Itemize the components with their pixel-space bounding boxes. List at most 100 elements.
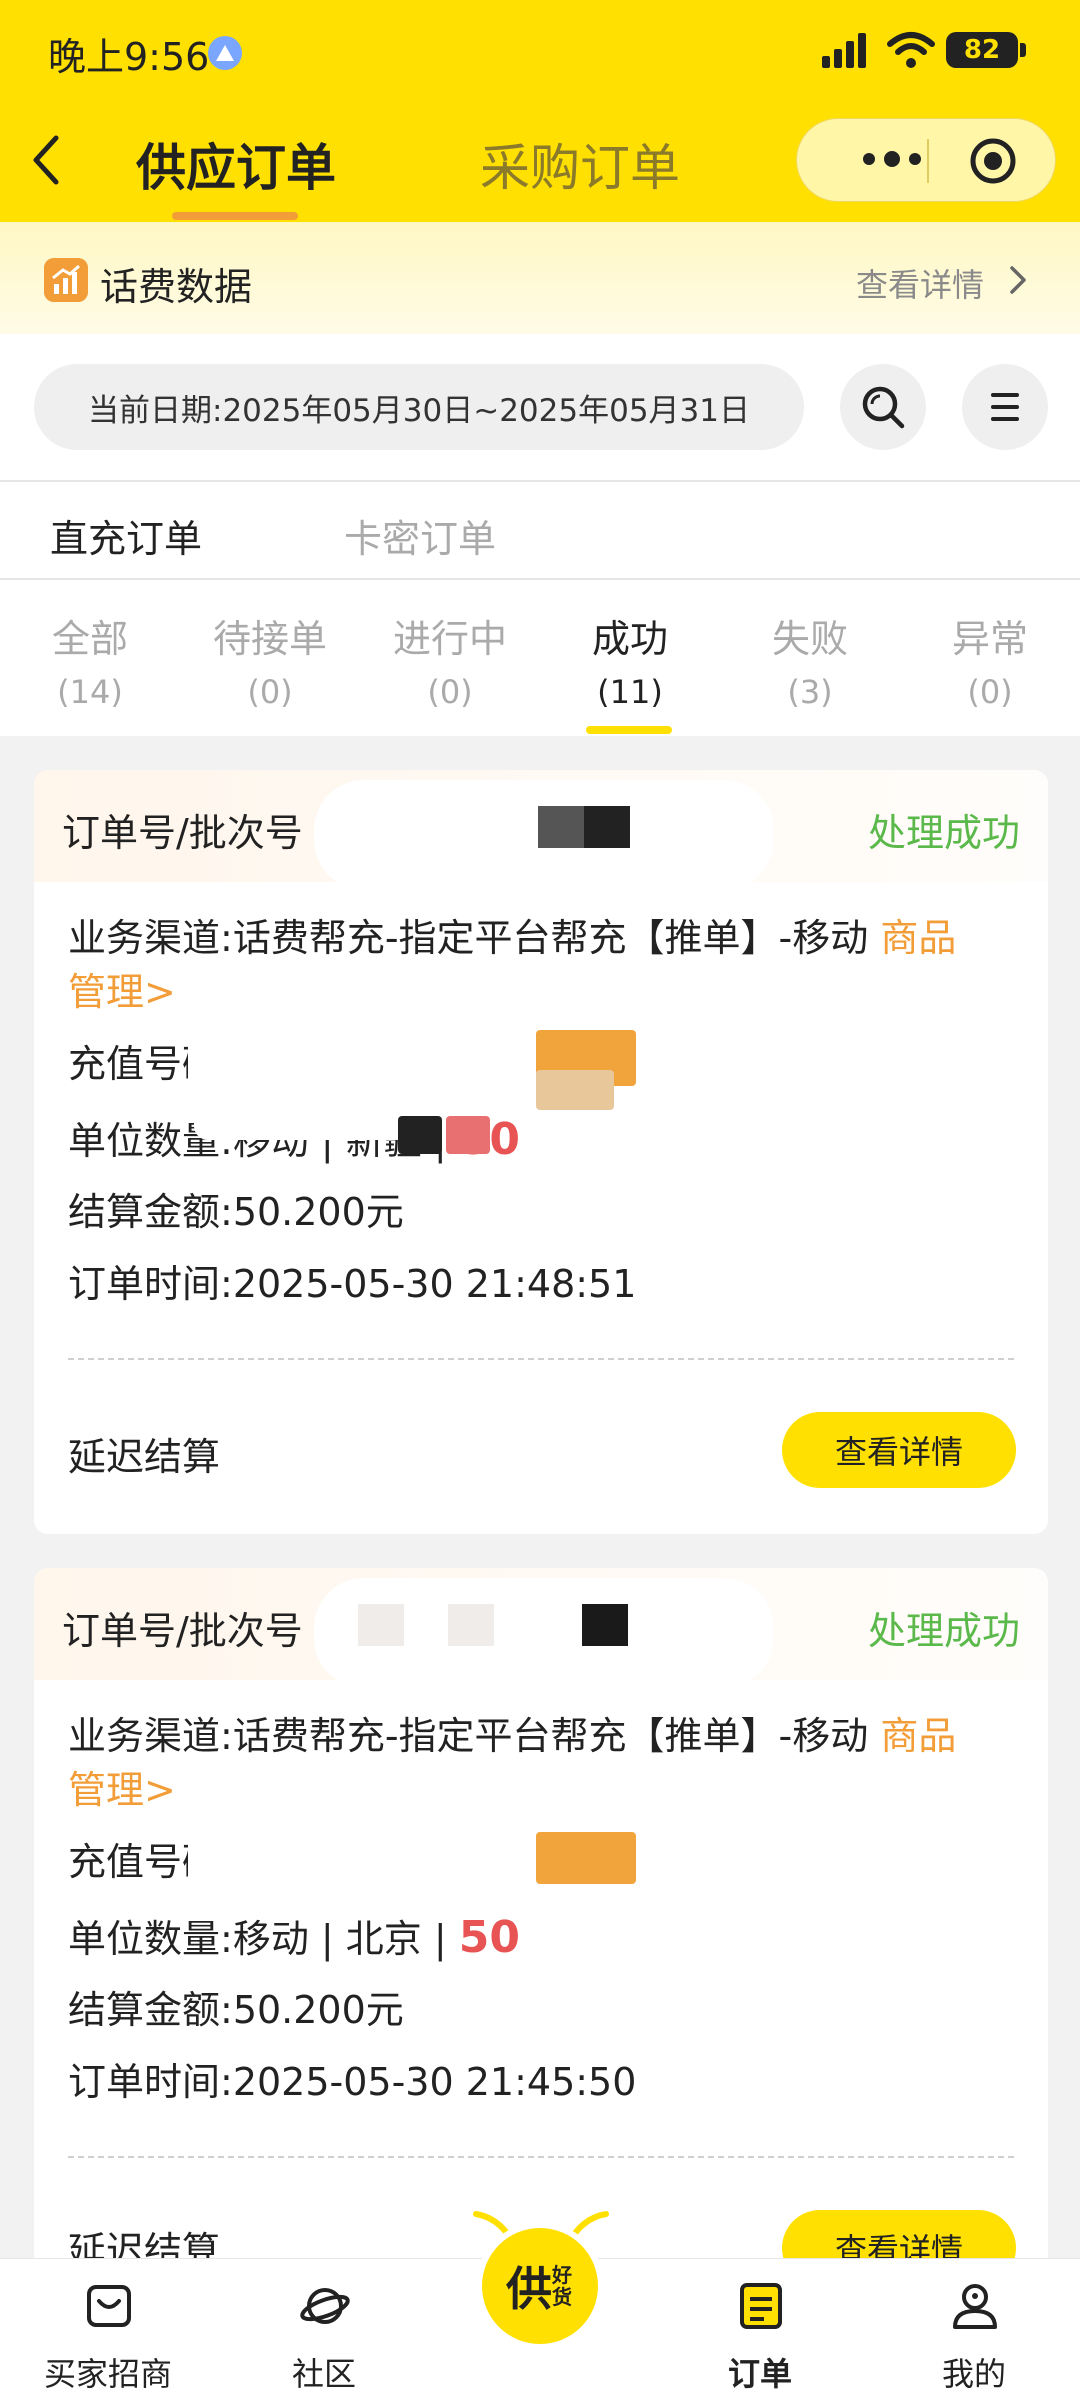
- status-tab-count: (0): [427, 673, 473, 711]
- settle-row: 结算金额:50.200元: [68, 1184, 1028, 1240]
- status-tab-active-indicator: [586, 726, 672, 734]
- filter-menu-button[interactable]: [962, 364, 1048, 450]
- logo-main-char: 供: [506, 2262, 552, 2316]
- dashed-divider: [68, 2156, 1014, 2158]
- status-tab-count: (3): [787, 673, 833, 711]
- order-card: 订单号/批次号 处理成功 业务渠道:话费帮充-指定平台帮充【推单】-移动 商品 …: [34, 1568, 1048, 2328]
- mosaic-block: [358, 1604, 404, 1646]
- time-value: 2025-05-30 21:45:50: [232, 2060, 637, 2104]
- back-arrow-icon[interactable]: [22, 130, 72, 190]
- tab-supply-orders[interactable]: 供应订单: [136, 128, 336, 200]
- status-tab-count: (11): [597, 673, 663, 711]
- status-tab-count: (0): [247, 673, 293, 711]
- redacted-block: [536, 1832, 636, 1884]
- chart-icon: [44, 258, 88, 302]
- status-tab-success[interactable]: 成功 (11): [540, 608, 720, 711]
- dashed-divider: [68, 1358, 1014, 1360]
- chevron-right-icon: [1010, 266, 1026, 294]
- tab-card-orders[interactable]: 卡密订单: [344, 508, 496, 563]
- status-tab-label: 失败: [771, 617, 848, 661]
- time-row: 订单时间:2025-05-30 21:48:51: [68, 1256, 1028, 1312]
- delay-settlement: 延迟结算: [68, 1435, 221, 1479]
- status-tab-all[interactable]: 全部 (14): [0, 608, 180, 711]
- top-bar: 晚上9:56 82 供应订单 采购订单: [0, 0, 1080, 222]
- unit-amount: 50: [458, 1912, 520, 1963]
- status-tab-pending[interactable]: 待接单 (0): [180, 608, 360, 711]
- order-card: 订单号/批次号 处理成功 业务渠道:话费帮充-指定平台帮充【推单】-移动 商品 …: [34, 770, 1048, 1534]
- nav-mine[interactable]: 我的: [894, 2259, 1054, 2400]
- manage-link-row: 管理>: [68, 1762, 1028, 1818]
- menu-icon: [991, 393, 1019, 421]
- nav-orders[interactable]: 订单: [680, 2259, 840, 2400]
- tab-active-indicator: [172, 212, 298, 220]
- nav-label: 买家招商: [43, 2355, 172, 2393]
- redacted-block: [536, 1070, 614, 1110]
- order-card-header: 订单号/批次号 处理成功: [34, 770, 1048, 890]
- mosaic-block: [582, 1604, 628, 1646]
- time-row: 订单时间:2025-05-30 21:45:50: [68, 2054, 1028, 2110]
- wifi-icon: [887, 32, 935, 68]
- view-details-button[interactable]: 查看详情: [782, 1412, 1016, 1488]
- search-button[interactable]: [840, 364, 926, 450]
- settle-value: 50.200元: [232, 1190, 404, 1234]
- unit-row: 单位数量:移动 | 北京 | 50: [68, 1910, 1028, 1967]
- channel-row: 业务渠道:话费帮充-指定平台帮充【推单】-移动 商品: [68, 910, 1028, 966]
- location-icon: [208, 36, 242, 70]
- nav-community[interactable]: 社区: [244, 2259, 404, 2400]
- unit-label: 单位数量:: [68, 1917, 233, 1961]
- time-label: 订单时间:: [68, 1262, 233, 1306]
- status-tab-abnormal[interactable]: 异常 (0): [900, 608, 1080, 711]
- status-tab-in-progress[interactable]: 进行中 (0): [360, 608, 540, 711]
- battery-indicator: 82: [946, 32, 1026, 68]
- tab-direct-orders[interactable]: 直充订单: [50, 508, 202, 563]
- nav-label: 订单: [727, 2355, 792, 2393]
- settle-label: 结算金额:: [68, 1988, 233, 2032]
- mosaic-block: [448, 1604, 494, 1646]
- product-manage-link[interactable]: 商品: [880, 1714, 956, 1758]
- status-tab-label: 进行中: [392, 617, 507, 661]
- order-list-icon: [740, 2283, 782, 2329]
- nav-label: 我的: [941, 2355, 1006, 2393]
- mosaic-block: [584, 806, 630, 848]
- settle-value: 50.200元: [232, 1988, 404, 2032]
- status-tab-label: 全部: [51, 617, 128, 661]
- status-tab-label: 待接单: [212, 617, 327, 661]
- product-manage-link[interactable]: 管理>: [68, 1768, 176, 1812]
- redacted-phone: [188, 1820, 488, 1900]
- more-dots-icon[interactable]: [857, 147, 927, 171]
- unit-value: 移动 | 北京 |: [232, 1917, 459, 1961]
- search-icon: [862, 386, 905, 429]
- order-card-header: 订单号/批次号 处理成功: [34, 1568, 1048, 1688]
- product-manage-link[interactable]: 商品: [880, 916, 956, 960]
- order-type-tabs: 直充订单 卡密订单: [0, 480, 1080, 580]
- fee-data-title: 话费数据: [100, 265, 253, 309]
- channel-row: 业务渠道:话费帮充-指定平台帮充【推单】-移动 商品: [68, 1708, 1028, 1764]
- settle-label: 结算金额:: [68, 1190, 233, 1234]
- fee-data-bar[interactable]: 话费数据 查看详情: [0, 222, 1080, 334]
- signal-icon: [822, 33, 866, 68]
- date-range-selector[interactable]: 当前日期:2025年05月30日~2025年05月31日: [34, 364, 804, 450]
- planet-icon: [300, 2288, 350, 2324]
- manage-link-row: 管理>: [68, 964, 1028, 1020]
- time-value: 2025-05-30 21:48:51: [232, 1262, 637, 1306]
- nav-buyer-recruit[interactable]: 买家招商: [28, 2259, 188, 2400]
- inbox-icon: [87, 2285, 131, 2327]
- settle-row: 结算金额:50.200元: [68, 1982, 1028, 2038]
- fee-data-detail-link[interactable]: 查看详情: [856, 260, 984, 306]
- channel-value: 话费帮充-指定平台帮充【推单】-移动: [232, 1714, 869, 1758]
- status-tab-label: 异常: [951, 617, 1028, 661]
- status-bar: 晚上9:56 82: [0, 0, 1080, 100]
- capsule-divider: [927, 139, 929, 183]
- channel-label: 业务渠道:: [68, 916, 233, 960]
- product-manage-link[interactable]: 管理>: [68, 970, 176, 1014]
- status-tab-count: (0): [967, 673, 1013, 711]
- order-number-label: 订单号/批次号: [62, 811, 303, 855]
- status-time: 晚上9:56: [48, 35, 210, 79]
- channel-value: 话费帮充-指定平台帮充【推单】-移动: [232, 916, 869, 960]
- tab-purchase-orders[interactable]: 采购订单: [480, 128, 680, 200]
- close-target-icon[interactable]: [969, 137, 1017, 185]
- center-logo-button[interactable]: 供 好货: [482, 2228, 598, 2344]
- order-status: 处理成功: [867, 1609, 1020, 1653]
- status-tab-failed[interactable]: 失败 (3): [720, 608, 900, 711]
- mosaic-block: [538, 806, 584, 848]
